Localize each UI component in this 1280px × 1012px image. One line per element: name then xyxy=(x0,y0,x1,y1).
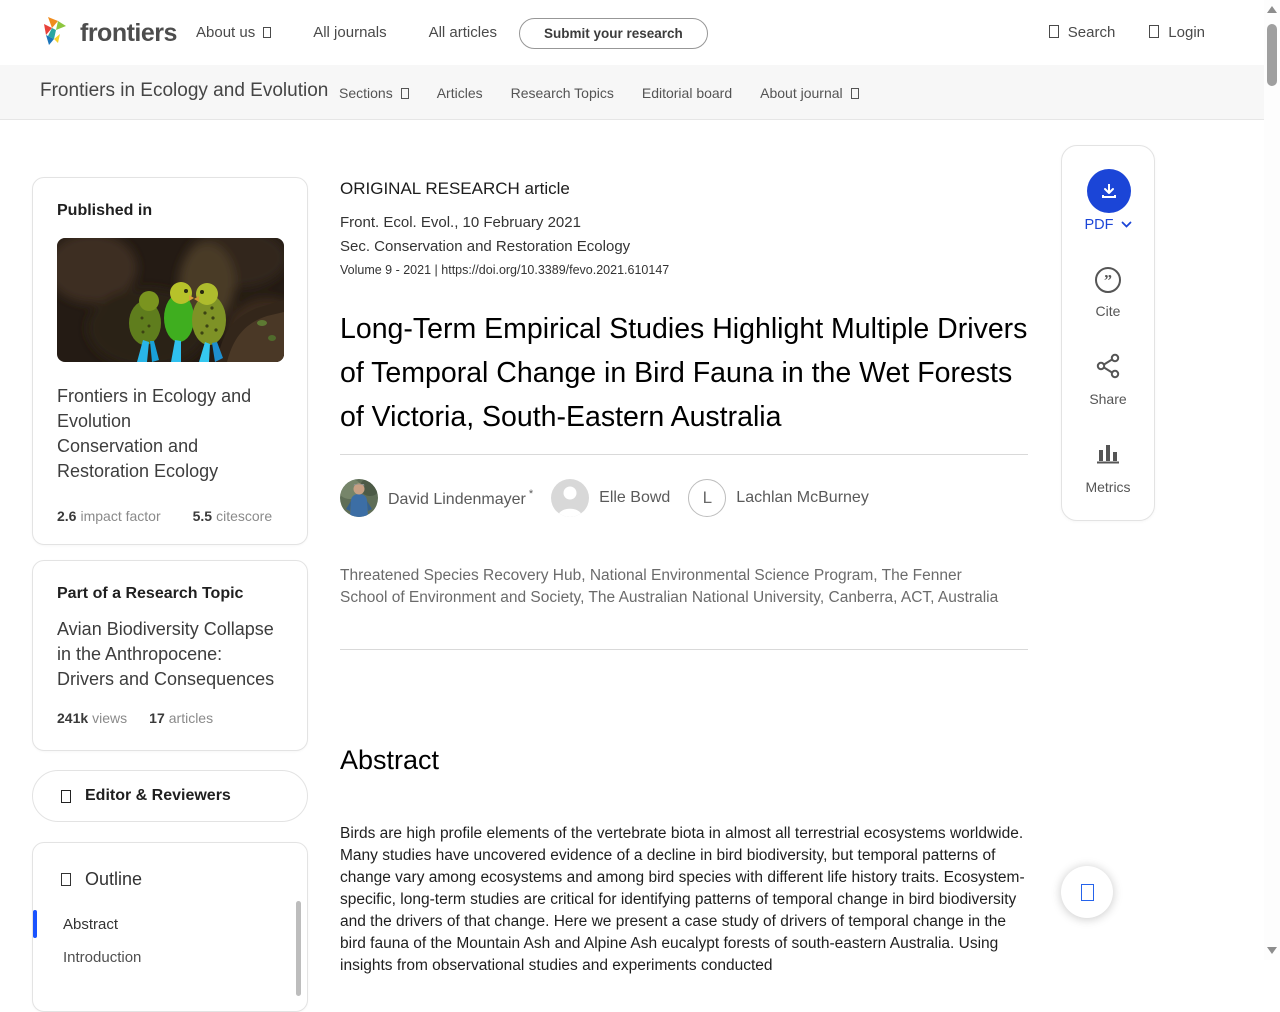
research-topic-card: Part of a Research Topic Avian Biodivers… xyxy=(32,560,308,751)
author-affiliation: Threatened Species Recovery Hub, Nationa… xyxy=(340,567,999,606)
topnav-links: About us All journals All articles xyxy=(196,0,497,65)
submit-research-button[interactable]: Submit your research xyxy=(519,18,708,49)
abstract-text: Birds are high profile elements of the v… xyxy=(340,825,1025,974)
author-elle-bowd[interactable]: Elle Bowd xyxy=(551,479,670,517)
outline-items: Abstract Introduction xyxy=(33,908,307,974)
published-section-link[interactable]: Conservation and Restoration Ecology xyxy=(57,434,283,484)
cite-label[interactable]: Cite xyxy=(1062,303,1154,319)
user-icon xyxy=(1149,25,1160,38)
chevron-down-icon xyxy=(1121,221,1131,228)
pdf-download-button[interactable] xyxy=(1087,169,1131,213)
scroll-up-arrow[interactable] xyxy=(1267,6,1277,13)
outline-card: Outline Abstract Introduction xyxy=(32,842,308,1012)
research-topic-link[interactable]: Avian Biodiversity Collapse in the Anthr… xyxy=(57,617,283,692)
pdf-label[interactable]: PDF xyxy=(1062,217,1154,233)
research-topic-stats: 241k views 17 articles xyxy=(57,710,283,726)
outline-item-abstract[interactable]: Abstract xyxy=(33,908,307,941)
brand-wordmark: frontiers xyxy=(80,19,177,47)
bar-chart-icon xyxy=(1097,445,1119,464)
author-david-lindenmayer[interactable]: David Lindenmayer * xyxy=(340,479,533,517)
article-title: Long-Term Empirical Studies Highlight Mu… xyxy=(340,313,1028,433)
author-lachlan-mcburney[interactable]: L Lachlan McBurney xyxy=(688,479,869,517)
frontiers-logo-icon xyxy=(38,14,72,53)
nav-all-journals[interactable]: All journals xyxy=(313,24,386,41)
svg-text:”: ” xyxy=(1104,273,1112,290)
journal-stats: 2.6 impact factor 5.5 citescore xyxy=(57,508,283,524)
page-scrollbar[interactable] xyxy=(1264,0,1280,960)
login-button[interactable]: Login xyxy=(1149,24,1205,41)
search-icon xyxy=(1048,25,1059,38)
articles-stat: 17 articles xyxy=(149,710,214,726)
topnav-right: Search Login xyxy=(1048,0,1205,65)
article-type-label: ORIGINAL RESEARCH article xyxy=(340,179,570,198)
search-button[interactable]: Search xyxy=(1048,24,1115,41)
author-list: David Lindenmayer * Elle Bowd L Lachlan M… xyxy=(340,479,869,517)
metrics-button[interactable] xyxy=(1062,442,1154,464)
scroll-down-arrow[interactable] xyxy=(1267,947,1277,954)
cite-button[interactable]: ” xyxy=(1062,266,1154,294)
share-button[interactable] xyxy=(1062,353,1154,379)
download-icon xyxy=(1102,184,1116,198)
chevron-down-icon xyxy=(850,87,859,99)
metrics-label[interactable]: Metrics xyxy=(1062,479,1154,495)
action-rail: PDF ” Cite Share Metrics xyxy=(1061,145,1155,521)
tab-editorial-board[interactable]: Editorial board xyxy=(642,85,732,101)
published-journal-link[interactable]: Frontiers in Ecology and Evolution xyxy=(57,384,283,434)
divider-line xyxy=(340,454,1028,455)
views-stat: 241k views xyxy=(57,710,128,726)
article-section: Sec. Conservation and Restoration Ecolog… xyxy=(340,238,631,255)
frontiers-logo[interactable]: frontiers xyxy=(38,14,177,53)
published-in-heading: Published in xyxy=(57,202,153,219)
share-label[interactable]: Share xyxy=(1062,391,1154,407)
journal-navbar: Frontiers in Ecology and Evolution Secti… xyxy=(0,65,1280,120)
citescore-stat: 5.5 citescore xyxy=(192,508,273,524)
article-citation: Front. Ecol. Evol., 10 February 2021 xyxy=(340,214,581,231)
journal-cover-image[interactable] xyxy=(57,238,284,362)
doi-link[interactable]: https://doi.org/10.3389/fevo.2021.610147 xyxy=(441,263,669,277)
nav-all-articles[interactable]: All articles xyxy=(429,24,497,41)
share-icon xyxy=(1096,353,1120,379)
editor-reviewers-button[interactable]: Editor & Reviewers xyxy=(32,770,308,822)
cite-quote-icon: ” xyxy=(1095,267,1121,293)
tab-articles[interactable]: Articles xyxy=(437,85,483,101)
journal-home-link[interactable]: Frontiers in Ecology and Evolution xyxy=(40,80,328,102)
impact-factor-stat: 2.6 impact factor xyxy=(57,508,161,524)
top-navbar: frontiers About us All journals All arti… xyxy=(0,0,1280,65)
nav-about-us[interactable]: About us xyxy=(196,24,272,41)
chat-icon xyxy=(1080,883,1094,901)
research-topic-heading: Part of a Research Topic xyxy=(57,585,244,602)
people-icon xyxy=(61,789,71,803)
journal-links: Sections Articles Research Topics Editor… xyxy=(339,65,859,120)
author-avatar-placeholder xyxy=(551,479,590,517)
chat-widget-button[interactable] xyxy=(1061,866,1113,918)
published-in-card: Published in Frontiers in Ecology and Ev… xyxy=(32,177,308,545)
scrollbar-thumb[interactable] xyxy=(1267,24,1277,86)
divider-line xyxy=(340,649,1028,650)
outline-item-introduction[interactable]: Introduction xyxy=(33,941,307,974)
tab-about-journal[interactable]: About journal xyxy=(760,85,859,101)
author-avatar-photo xyxy=(340,479,378,517)
tab-research-topics[interactable]: Research Topics xyxy=(511,85,614,101)
tab-sections[interactable]: Sections xyxy=(339,85,409,101)
author-avatar-initial: L xyxy=(688,479,727,517)
chevron-down-icon xyxy=(263,27,272,38)
list-icon xyxy=(61,873,71,886)
chevron-down-icon xyxy=(400,87,409,99)
article-volume-doi: Volume 9 - 2021 | https://doi.org/10.338… xyxy=(340,263,670,277)
outline-scrollbar[interactable] xyxy=(296,901,301,996)
abstract-heading: Abstract xyxy=(340,745,440,775)
outline-toggle[interactable]: Outline xyxy=(33,843,307,890)
